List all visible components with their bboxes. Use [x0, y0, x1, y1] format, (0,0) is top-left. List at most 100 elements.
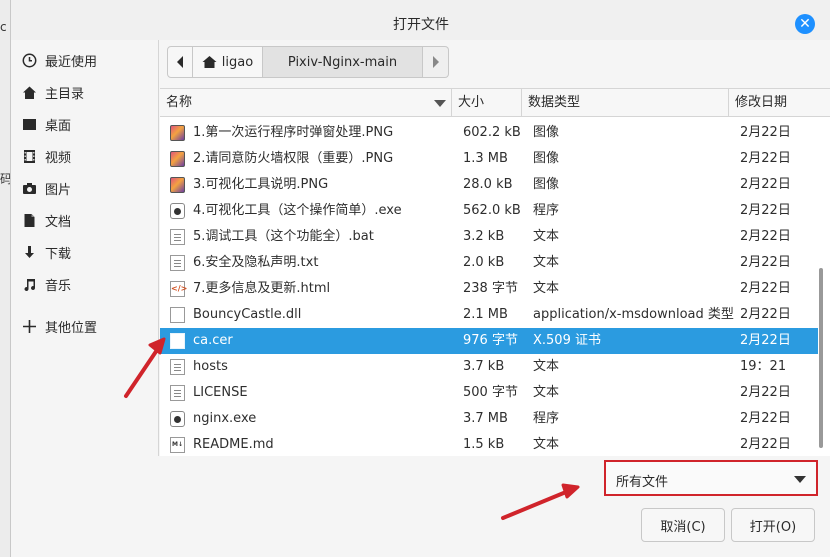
sidebar-item-label: 视频: [45, 150, 72, 166]
path-forward-button[interactable]: [423, 46, 449, 78]
close-icon: ✕: [799, 16, 811, 32]
file-row[interactable]: hosts 3.7 kB 文本 19：21: [160, 354, 818, 380]
document-icon: [21, 212, 37, 228]
file-size: 500 字节: [463, 385, 518, 400]
file-row[interactable]: 2.请同意防火墙权限（重要）.PNG 1.3 MB 图像 2月22日: [160, 146, 818, 172]
sidebar-item-recent[interactable]: 最近使用: [11, 46, 159, 74]
file-size: 2.0 kB: [463, 255, 505, 270]
scrollbar-thumb[interactable]: [819, 268, 823, 448]
home-icon: [202, 56, 217, 68]
sidebar-item-label: 下载: [45, 246, 72, 262]
file-list: 名称 大小 数据类型 修改日期 1.第一次运行程序时弹窗处理.PNG 602.2…: [160, 88, 830, 456]
places-sidebar: 最近使用 主目录 桌面 视频 图片 文档 下载 音乐 其他位置: [11, 40, 159, 456]
file-date: 2月22日: [740, 333, 791, 348]
file-name: hosts: [193, 359, 228, 374]
blank-file-icon: [170, 307, 185, 323]
sidebar-item-home[interactable]: 主目录: [11, 78, 159, 106]
open-button[interactable]: 打开(O): [731, 508, 815, 542]
file-size: 562.0 kB: [463, 203, 521, 218]
sidebar-item-other-locations[interactable]: 其他位置: [11, 312, 159, 340]
file-type: 图像: [533, 151, 560, 166]
file-row[interactable]: BouncyCastle.dll 2.1 MB application/x-ms…: [160, 302, 818, 328]
column-header-date[interactable]: 修改日期: [729, 89, 830, 117]
sidebar-item-music[interactable]: 音乐: [11, 270, 159, 298]
file-row[interactable]: 1.第一次运行程序时弹窗处理.PNG 602.2 kB 图像 2月22日: [160, 120, 818, 146]
file-size: 1.3 MB: [463, 151, 508, 166]
html-file-icon: </>: [170, 281, 187, 297]
clock-icon: [21, 52, 37, 68]
file-name: LICENSE: [193, 385, 248, 400]
markdown-file-icon: M↓: [170, 437, 185, 453]
file-date: 2月22日: [740, 203, 791, 218]
file-type: application/x-msdownload 类型: [533, 307, 734, 322]
file-row[interactable]: M↓ README.md 1.5 kB 文本 2月22日: [160, 432, 818, 456]
file-type: 文本: [533, 255, 560, 270]
home-icon: [21, 84, 37, 100]
file-type: 文本: [533, 229, 560, 244]
file-row[interactable]: </> 7.更多信息及更新.html 238 字节 文本 2月22日: [160, 276, 818, 302]
file-date: 2月22日: [740, 255, 791, 270]
column-header-row: 名称 大小 数据类型 修改日期: [160, 89, 830, 117]
file-date: 2月22日: [740, 177, 791, 192]
sidebar-item-desktop[interactable]: 桌面: [11, 110, 159, 138]
file-size: 976 字节: [463, 333, 518, 348]
dialog-title: 打开文件: [393, 17, 449, 33]
text-file-icon: [170, 255, 185, 271]
image-icon: [170, 177, 185, 193]
file-size: 602.2 kB: [463, 125, 521, 140]
file-date: 2月22日: [740, 437, 791, 452]
file-size: 3.7 kB: [463, 359, 505, 374]
file-name: ca.cer: [193, 333, 233, 348]
file-row[interactable]: 5.调试工具（这个功能全）.bat 3.2 kB 文本 2月22日: [160, 224, 818, 250]
column-header-label: 名称: [166, 95, 193, 110]
column-header-label: 数据类型: [528, 95, 581, 110]
file-date: 2月22日: [740, 229, 791, 244]
file-type: 文本: [533, 385, 560, 400]
path-bar: ligao Pixiv-Nginx-main: [167, 46, 449, 78]
path-current-label: Pixiv-Nginx-main: [287, 54, 398, 70]
desktop-icon: [21, 116, 37, 132]
plus-icon: [21, 318, 37, 334]
certificate-file-icon: [170, 333, 185, 349]
cancel-button[interactable]: 取消(C): [641, 508, 725, 542]
file-row[interactable]: LICENSE 500 字节 文本 2月22日: [160, 380, 818, 406]
image-icon: [170, 125, 185, 141]
file-row[interactable]: 3.可视化工具说明.PNG 28.0 kB 图像 2月22日: [160, 172, 818, 198]
file-row[interactable]: 4.可视化工具（这个操作简单）.exe 562.0 kB 程序 2月22日: [160, 198, 818, 224]
path-current-folder[interactable]: Pixiv-Nginx-main: [263, 46, 423, 78]
sidebar-item-label: 最近使用: [45, 54, 98, 70]
sidebar-item-documents[interactable]: 文档: [11, 206, 159, 234]
file-date: 19：21: [740, 359, 787, 374]
file-type: 文本: [533, 359, 560, 374]
chevron-down-icon: [794, 476, 806, 483]
file-chooser-dialog: 打开文件 ✕ 最近使用 主目录 桌面 视频 图片 文档 下载 音乐 其他位置 l…: [10, 0, 830, 557]
sidebar-item-downloads[interactable]: 下载: [11, 238, 159, 266]
image-icon: [170, 151, 185, 167]
path-home-button[interactable]: ligao: [193, 46, 263, 78]
file-type: 图像: [533, 177, 560, 192]
file-name: nginx.exe: [193, 411, 257, 426]
column-header-size[interactable]: 大小: [452, 89, 522, 117]
file-type-filter-dropdown[interactable]: 所有文件: [604, 460, 818, 496]
file-type: 程序: [533, 203, 560, 218]
file-row-selected[interactable]: ca.cer 976 字节 X.509 证书 2月22日: [160, 328, 818, 354]
cancel-button-label: 取消(C): [660, 519, 706, 535]
file-row[interactable]: 6.安全及隐私声明.txt 2.0 kB 文本 2月22日: [160, 250, 818, 276]
file-list-scrollbar[interactable]: [819, 128, 825, 456]
file-name: 6.安全及隐私声明.txt: [193, 255, 319, 270]
sort-descending-icon: [434, 100, 446, 107]
column-header-type[interactable]: 数据类型: [522, 89, 729, 117]
text-file-icon: [170, 229, 185, 245]
close-button[interactable]: ✕: [795, 14, 815, 34]
file-type: 程序: [533, 411, 560, 426]
sidebar-item-label: 主目录: [45, 86, 85, 102]
sidebar-item-videos[interactable]: 视频: [11, 142, 159, 170]
download-icon: [21, 244, 37, 260]
sidebar-item-label: 文档: [45, 214, 72, 230]
sidebar-item-pictures[interactable]: 图片: [11, 174, 159, 202]
file-size: 238 字节: [463, 281, 518, 296]
executable-icon: [170, 203, 185, 219]
column-header-name[interactable]: 名称: [160, 89, 452, 117]
file-row[interactable]: nginx.exe 3.7 MB 程序 2月22日: [160, 406, 818, 432]
path-back-button[interactable]: [167, 46, 193, 78]
